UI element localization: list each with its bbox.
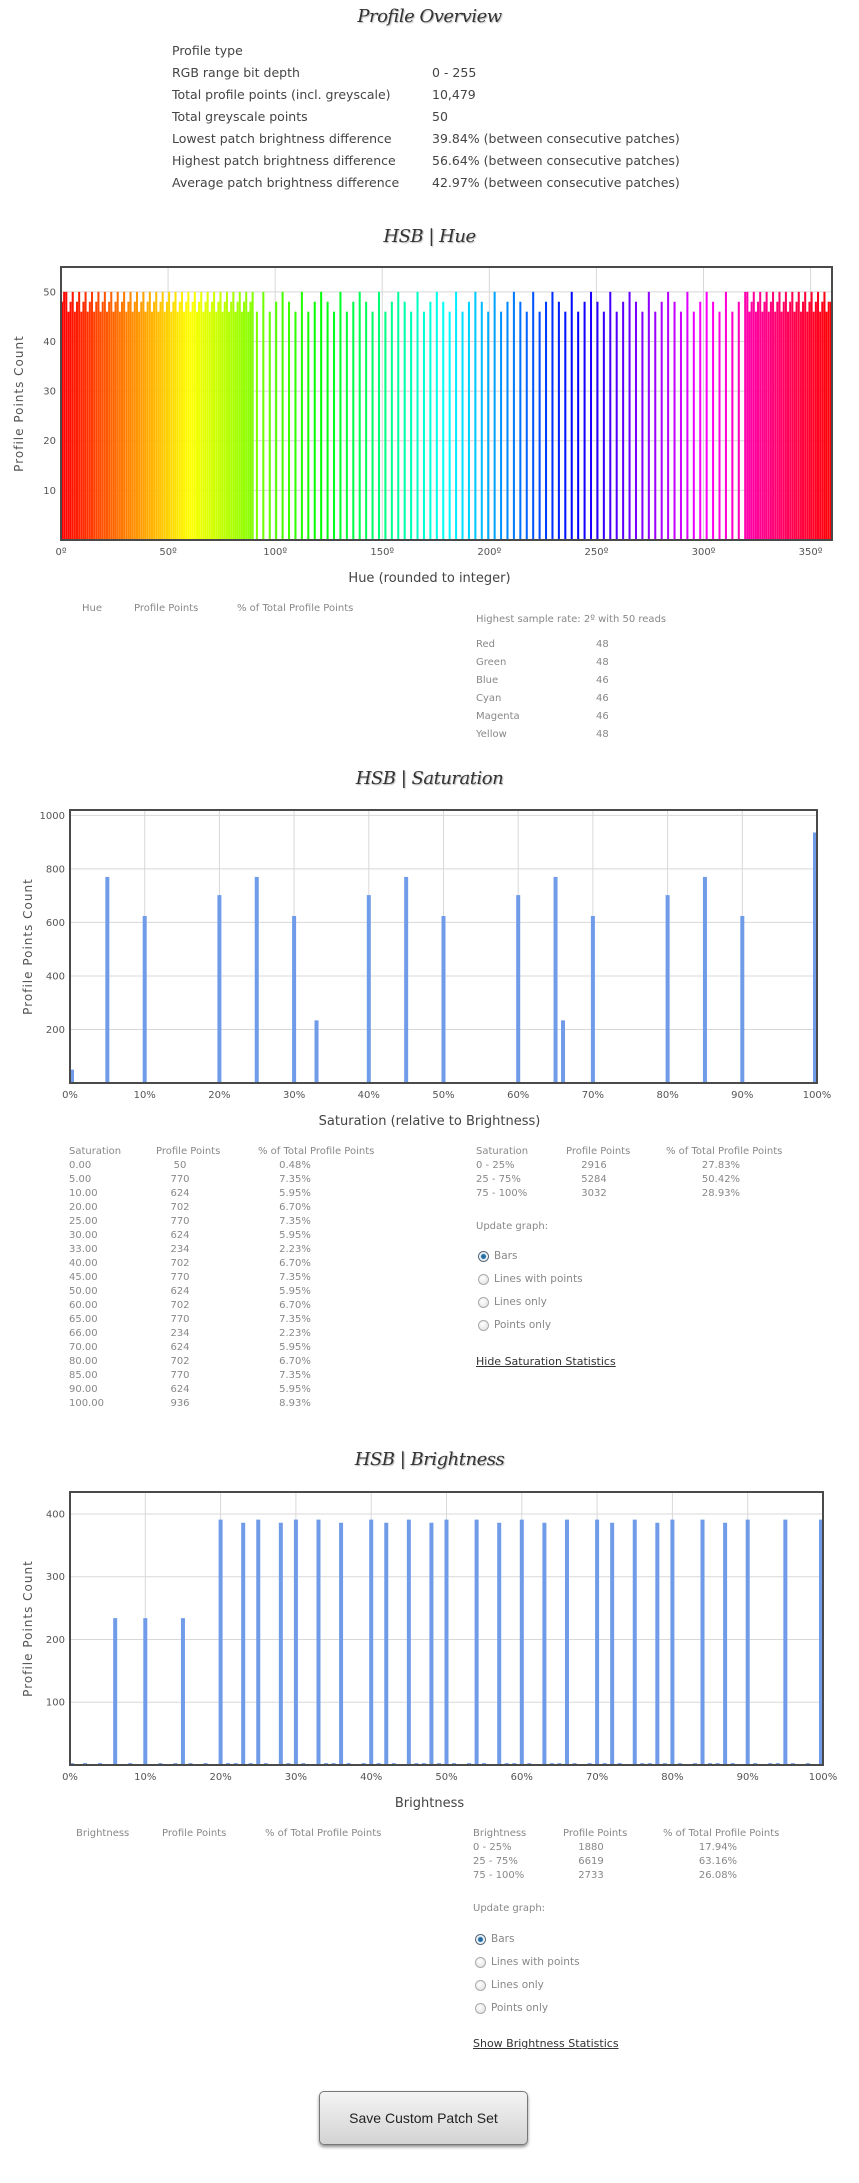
x-tick-label: 60% [511,1772,533,1783]
brightness-x-axis-label: Brightness [394,1796,465,1811]
brightness-range-cell: 6619 [578,1856,604,1867]
graph-option-lines-with-points[interactable]: Lines with points [475,1956,580,1968]
bar [113,1618,118,1765]
bar [369,1519,374,1765]
radio-label: Lines with points [491,1956,580,1968]
x-tick-label: 70% [586,1772,608,1783]
radio-label: Bars [491,1933,515,1945]
brightness-table-header-percent: % of Total Profile Points [265,1828,382,1839]
graph-option-lines-only[interactable]: Lines only [475,1979,544,1991]
x-tick-label: 80% [661,1772,683,1783]
bar [519,1519,524,1765]
bar [384,1522,389,1765]
brightness-table-header-points: Profile Points [162,1828,227,1839]
y-axis-label: Profile Points Count [21,1560,35,1697]
brightness-range-header: Brightness [473,1828,527,1839]
bar [316,1519,321,1765]
save-custom-patch-set-button[interactable]: Save Custom Patch Set [319,2091,528,2145]
x-tick-label: 50% [435,1772,457,1783]
bar [670,1519,675,1765]
brightness-range-cell: 2733 [578,1870,604,1881]
brightness-range-cell: 1880 [578,1842,604,1853]
bar [723,1522,728,1765]
bar [474,1519,479,1765]
radio-label: Lines only [491,1979,544,1991]
y-tick-label: 300 [46,1572,65,1583]
bar [542,1522,547,1765]
x-tick-label: 40% [360,1772,382,1783]
y-tick-label: 400 [46,1509,65,1520]
radio-button-icon[interactable] [475,1979,486,1991]
brightness-range-cell: 63.16% [698,1856,738,1867]
bar [218,1519,223,1765]
show-brightness-statistics-link[interactable]: Show Brightness Statistics [473,2037,619,2050]
x-tick-label: 30% [285,1772,307,1783]
radio-button-icon[interactable] [475,1933,486,1945]
bar [595,1519,600,1765]
bar [564,1519,569,1765]
brightness-range-cell: 75 - 100% [473,1870,525,1881]
brightness-table-header-brightness: Brightness [76,1828,130,1839]
x-tick-label: 100% [809,1772,838,1783]
y-tick-label: 200 [46,1635,65,1646]
radio-label: Points only [491,2002,549,2014]
radio-button-icon[interactable] [475,2002,486,2014]
brightness-range-header: % of Total Profile Points [663,1828,780,1839]
brightness-range-cell: 17.94% [698,1842,738,1853]
bar [406,1519,411,1765]
bar [497,1522,502,1765]
y-tick-label: 100 [46,1698,65,1709]
x-tick-label: 10% [134,1772,156,1783]
bar [241,1522,246,1765]
x-tick-label: 20% [209,1772,231,1783]
brightness-range-header: Profile Points [563,1828,628,1839]
graph-option-points-only[interactable]: Points only [475,2002,548,2014]
brightness-range-cell: 0 - 25% [473,1842,512,1853]
bar [745,1519,750,1765]
bar [783,1519,788,1765]
bar [180,1618,185,1765]
bar [655,1522,660,1765]
bar [444,1519,449,1765]
x-tick-label: 0% [62,1772,78,1783]
bar [293,1519,298,1765]
graph-option-bars[interactable]: Bars [475,1933,514,1945]
brightness-update-graph-label: Update graph: [473,1903,546,1914]
radio-button-icon[interactable] [475,1956,486,1968]
bar [278,1522,283,1765]
bar [143,1618,148,1765]
bar [339,1522,344,1765]
brightness-range-cell: 25 - 75% [473,1856,518,1867]
bar [610,1522,615,1765]
brightness-range-cell: 26.08% [698,1870,738,1881]
bar [700,1519,705,1765]
bar [632,1519,637,1765]
bar [429,1522,434,1765]
brightness-chart: 100 200 300 400 0% 10% 20% 30% 40% 50% 60% 70% 80% 90… [21,1491,838,1783]
x-tick-label: 90% [737,1772,759,1783]
bar [256,1519,261,1765]
